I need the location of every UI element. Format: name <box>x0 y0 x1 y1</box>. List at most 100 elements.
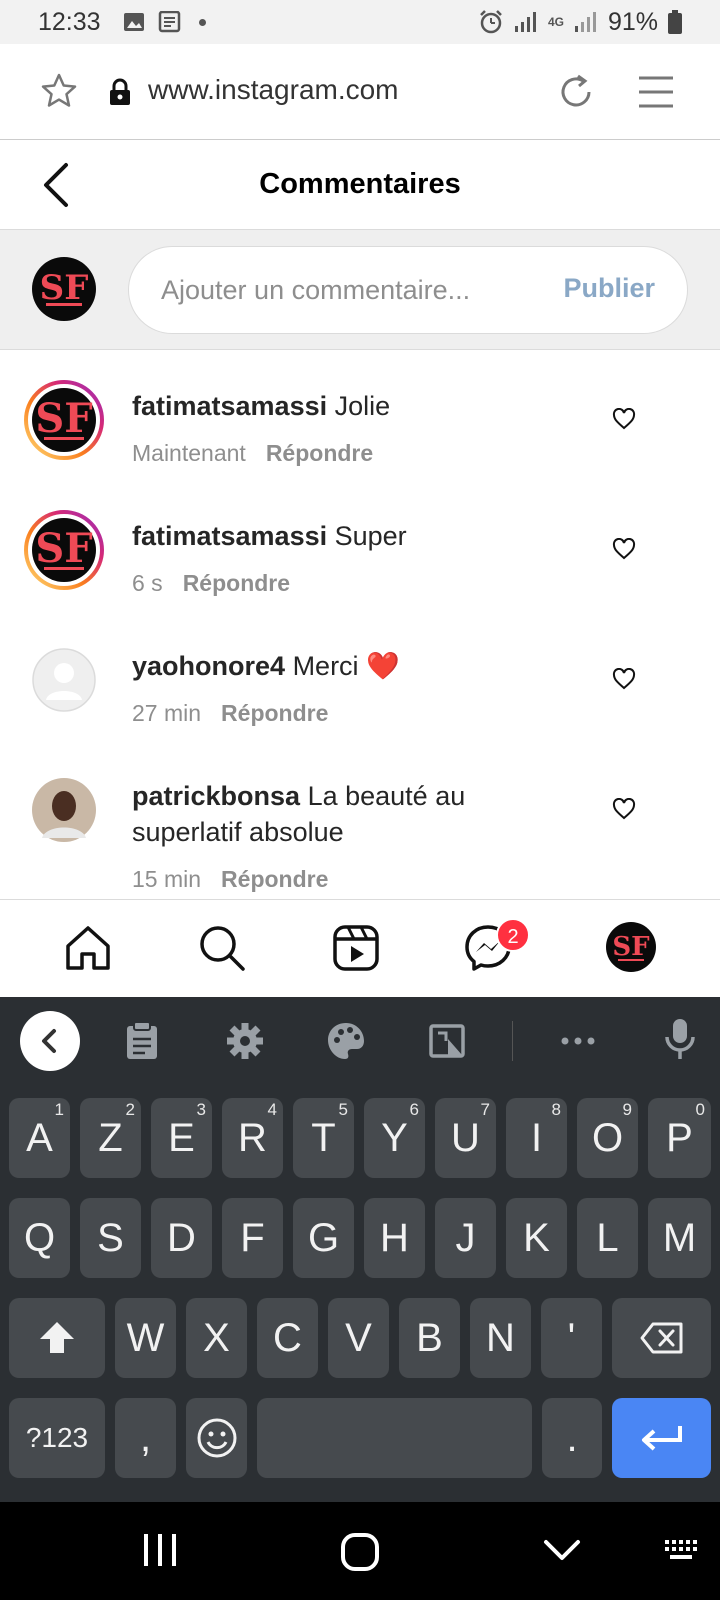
key-t[interactable]: T5 <box>293 1098 354 1178</box>
clipboard-icon[interactable] <box>124 1021 160 1061</box>
toolbar-divider <box>512 1021 513 1061</box>
reply-button[interactable]: Répondre <box>221 866 328 892</box>
profile-avatar[interactable]: SF <box>606 922 656 972</box>
comma-key[interactable]: , <box>115 1398 176 1478</box>
keyboard-switch-icon[interactable] <box>664 1538 698 1564</box>
comment-text: fatimatsamassi Jolie <box>132 388 572 424</box>
heart-icon[interactable] <box>612 538 636 560</box>
heart-icon[interactable] <box>612 798 636 820</box>
key-v[interactable]: V <box>328 1298 389 1378</box>
key-f[interactable]: F <box>222 1198 283 1278</box>
reply-button[interactable]: Répondre <box>266 440 373 466</box>
list-item: patrickbonsa La beauté au superlatif abs… <box>0 770 720 899</box>
menu-icon[interactable] <box>636 72 676 112</box>
back-chevron-down-icon[interactable] <box>542 1532 582 1572</box>
reply-button[interactable]: Répondre <box>183 570 290 596</box>
comment-meta: Maintenant Répondre <box>132 440 373 467</box>
emoji-icon <box>197 1418 236 1458</box>
key-w[interactable]: W <box>115 1298 176 1378</box>
gear-icon[interactable] <box>225 1021 265 1061</box>
key-z[interactable]: Z2 <box>80 1098 141 1178</box>
space-key[interactable] <box>257 1398 532 1478</box>
home-icon[interactable] <box>64 924 112 972</box>
signal-icon <box>514 12 536 32</box>
comment-content: Merci ❤️ <box>292 651 400 681</box>
comment-text: fatimatsamassi Super <box>132 518 572 554</box>
key-o[interactable]: O9 <box>577 1098 638 1178</box>
gallery-icon <box>123 13 144 31</box>
home-button-icon[interactable] <box>340 1532 380 1572</box>
notification-dot-icon <box>198 18 206 26</box>
key-y[interactable]: Y6 <box>364 1098 425 1178</box>
star-icon[interactable] <box>40 72 78 110</box>
key-d[interactable]: D <box>151 1198 212 1278</box>
enter-key[interactable] <box>612 1398 711 1478</box>
heart-icon[interactable] <box>612 408 636 430</box>
comment-text: yaohonore4 Merci ❤️ <box>132 648 572 684</box>
period-key[interactable]: . <box>542 1398 602 1478</box>
key-b[interactable]: B <box>399 1298 460 1378</box>
reply-button[interactable]: Répondre <box>221 700 328 726</box>
backspace-key[interactable] <box>612 1298 711 1378</box>
reload-icon[interactable] <box>556 72 596 112</box>
palette-icon[interactable] <box>326 1021 366 1061</box>
comment-input[interactable] <box>161 269 541 311</box>
avatar[interactable]: SF <box>32 257 96 321</box>
key-m[interactable]: M <box>648 1198 711 1278</box>
toolbar-collapse-button[interactable] <box>20 1011 80 1071</box>
browser-url-bar: www.instagram.com <box>0 44 720 140</box>
svg-text:SF: SF <box>35 395 92 442</box>
key-k[interactable]: K <box>506 1198 567 1278</box>
key-u[interactable]: U7 <box>435 1098 496 1178</box>
search-icon[interactable] <box>198 924 246 972</box>
key-apostrophe[interactable]: ' <box>541 1298 602 1378</box>
list-item: yaohonore4 Merci ❤️ 27 min Répondre <box>0 640 720 750</box>
key-g[interactable]: G <box>293 1198 354 1278</box>
microphone-icon[interactable] <box>664 1017 696 1061</box>
key-q[interactable]: Q <box>9 1198 70 1278</box>
recent-apps-icon[interactable] <box>142 1532 178 1568</box>
symbols-key[interactable]: ?123 <box>9 1398 105 1478</box>
heart-icon[interactable] <box>612 668 636 690</box>
svg-text:SF: SF <box>612 932 650 962</box>
keyboard: A1 Z2 E3 R4 T5 Y6 U7 I8 O9 P0 Q S D F G … <box>0 997 720 1502</box>
key-j[interactable]: J <box>435 1198 496 1278</box>
key-p[interactable]: P0 <box>648 1098 711 1178</box>
comment-username[interactable]: patrickbonsa <box>132 781 300 811</box>
key-l[interactable]: L <box>577 1198 638 1278</box>
key-x[interactable]: X <box>186 1298 247 1378</box>
shift-key[interactable] <box>9 1298 105 1378</box>
shift-arrow-icon <box>40 1322 74 1353</box>
comments-list: SF fatimatsamassi Jolie Maintenant Répond… <box>0 350 720 899</box>
battery-percent: 91% <box>607 7 658 36</box>
reels-icon[interactable] <box>332 924 380 972</box>
key-r[interactable]: R4 <box>222 1098 283 1178</box>
list-item: SF fatimatsamassi Jolie Maintenant Répond… <box>0 380 720 490</box>
key-s[interactable]: S <box>80 1198 141 1278</box>
key-n[interactable]: N <box>470 1298 531 1378</box>
avatar[interactable] <box>24 770 104 850</box>
comment-username[interactable]: fatimatsamassi <box>132 521 327 551</box>
comment-username[interactable]: yaohonore4 <box>132 651 285 681</box>
emoji-key[interactable] <box>186 1398 247 1478</box>
key-i[interactable]: I8 <box>506 1098 567 1178</box>
comment-username[interactable]: fatimatsamassi <box>132 391 327 421</box>
key-e[interactable]: E3 <box>151 1098 212 1178</box>
key-c[interactable]: C <box>257 1298 318 1378</box>
edit-mode-icon[interactable] <box>428 1021 468 1061</box>
comment-meta: 15 min Répondre <box>132 866 328 893</box>
avatar[interactable]: SF <box>24 380 104 460</box>
key-h[interactable]: H <box>364 1198 425 1278</box>
lock-icon <box>110 78 130 105</box>
publish-button[interactable]: Publier <box>563 273 655 304</box>
avatar[interactable]: SF <box>24 510 104 590</box>
network-type: 4G <box>547 15 564 29</box>
avatar[interactable] <box>24 640 104 720</box>
comment-time: 6 s <box>132 570 163 596</box>
comment-time: Maintenant <box>132 440 246 466</box>
alarm-icon <box>480 10 502 34</box>
url-text[interactable]: www.instagram.com <box>148 74 399 106</box>
backspace-icon <box>640 1322 682 1354</box>
more-icon[interactable] <box>558 1021 598 1061</box>
key-a[interactable]: A1 <box>9 1098 70 1178</box>
